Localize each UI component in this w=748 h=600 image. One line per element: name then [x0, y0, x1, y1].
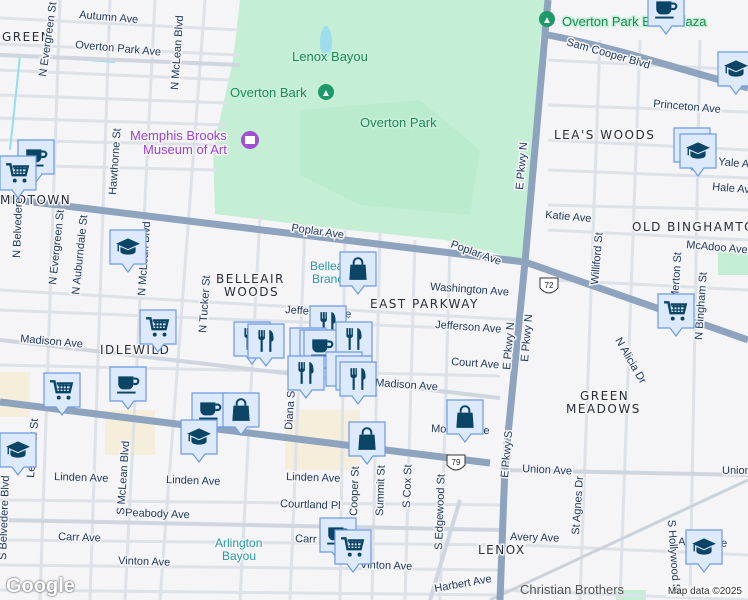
street-label: Court Ave [451, 356, 500, 371]
museum-label: Museum of Art [143, 142, 227, 157]
neighborhood-label: LEA'S WOODS [554, 128, 655, 142]
arlington-bayou-label: Bayou [222, 549, 256, 563]
tree-icon: ▲ [321, 88, 331, 99]
street-label: Union Ave [722, 465, 748, 477]
street-label: Princeton Ave [653, 98, 721, 116]
museum-icon [245, 136, 255, 144]
street-label: Linden Ave [286, 471, 341, 485]
grocery-marker[interactable] [0, 155, 37, 199]
street-label: N Evergreen St [47, 209, 67, 285]
neighborhood-label: WOODS [224, 285, 279, 299]
arlington-bayou-label: Arlington [215, 536, 262, 550]
us-72-shield: 72 [539, 277, 559, 294]
neighborhood-label: GREEN [580, 389, 629, 403]
museum-label: Memphis Brooks [130, 128, 227, 143]
overton-bark-label: Overton Bark [230, 85, 307, 100]
cafe-marker[interactable] [109, 366, 147, 410]
marker-pin[interactable] [339, 361, 377, 405]
street-label: Madison Ave [375, 377, 438, 393]
overton-park-plaza-label: Overton Park Bowl Plaza [562, 14, 707, 29]
street-label: Summit St [374, 465, 388, 516]
lenox-bayou-label: Lenox Bayou [292, 49, 368, 64]
marker-pin[interactable] [0, 155, 37, 199]
neighborhood-label: LENOX [478, 543, 526, 557]
street-label: Avery Ave [510, 531, 560, 545]
street-label: Vinton Ave [118, 555, 171, 569]
neighborhood-label: MIDTOWN [0, 193, 71, 207]
neighborhood-label: EAST PARKWAY [370, 297, 479, 311]
street-label: Harbert Ave [433, 573, 492, 595]
marker-pin[interactable] [657, 293, 695, 337]
route-number: 72 [545, 281, 554, 290]
street-label: Washington Ave [430, 281, 510, 298]
neighborhood-label: MEADOWS [566, 402, 641, 416]
street-label: Union Ave [522, 463, 573, 478]
street-label: S Hollywood St [665, 519, 682, 594]
street-label: N Auburndale St [70, 214, 90, 295]
map-attribution[interactable]: Map data ©2025 [665, 586, 744, 597]
street-label: S Edgewood St [433, 474, 448, 550]
overton-park-label: Overton Park [360, 115, 437, 130]
commercial-area [0, 372, 30, 417]
school-marker[interactable] [679, 133, 717, 177]
street-label: Katie Ave [545, 209, 592, 225]
street-label: Overton Park Ave [75, 39, 162, 58]
street-label: Jefferson Ave [435, 319, 502, 336]
grocery-marker[interactable] [657, 293, 695, 337]
street-label: Carr Ave [58, 531, 101, 544]
street-label: S Belvedere Blvd [0, 475, 12, 560]
street-label: N Tucker St [197, 275, 213, 333]
street-label: Hale Ave [712, 181, 748, 197]
us-79-shield: 79 [446, 454, 466, 471]
street-label: Yale Ave [718, 156, 748, 172]
neighborhood-label: BELLEAIR [216, 272, 285, 286]
tree-icon: ▲ [542, 15, 552, 26]
street-label: S Cox St [401, 464, 415, 508]
street-label: Courtland Pl [280, 498, 341, 512]
street-label: Linden Ave [54, 471, 109, 485]
school-marker[interactable] [180, 419, 218, 463]
street-label: Peabody Ave [125, 507, 190, 521]
map-canvas[interactable]: 72 79 GREEN MIDTOWN BELLEAIR WOODS EAST … [0, 0, 748, 600]
street-label: Hawthorne St [107, 128, 124, 195]
street-label: Merton St [669, 252, 684, 300]
restaurant-marker[interactable] [339, 361, 377, 405]
street-label: Linden Ave [166, 474, 221, 488]
christian-brothers-label: Christian Brothers [520, 582, 625, 597]
route-number: 79 [452, 458, 461, 467]
neighborhood-label: OLD BINGHAMTON [632, 220, 748, 234]
street-label: Cooper St [348, 466, 362, 516]
google-logo: Google [6, 575, 75, 597]
